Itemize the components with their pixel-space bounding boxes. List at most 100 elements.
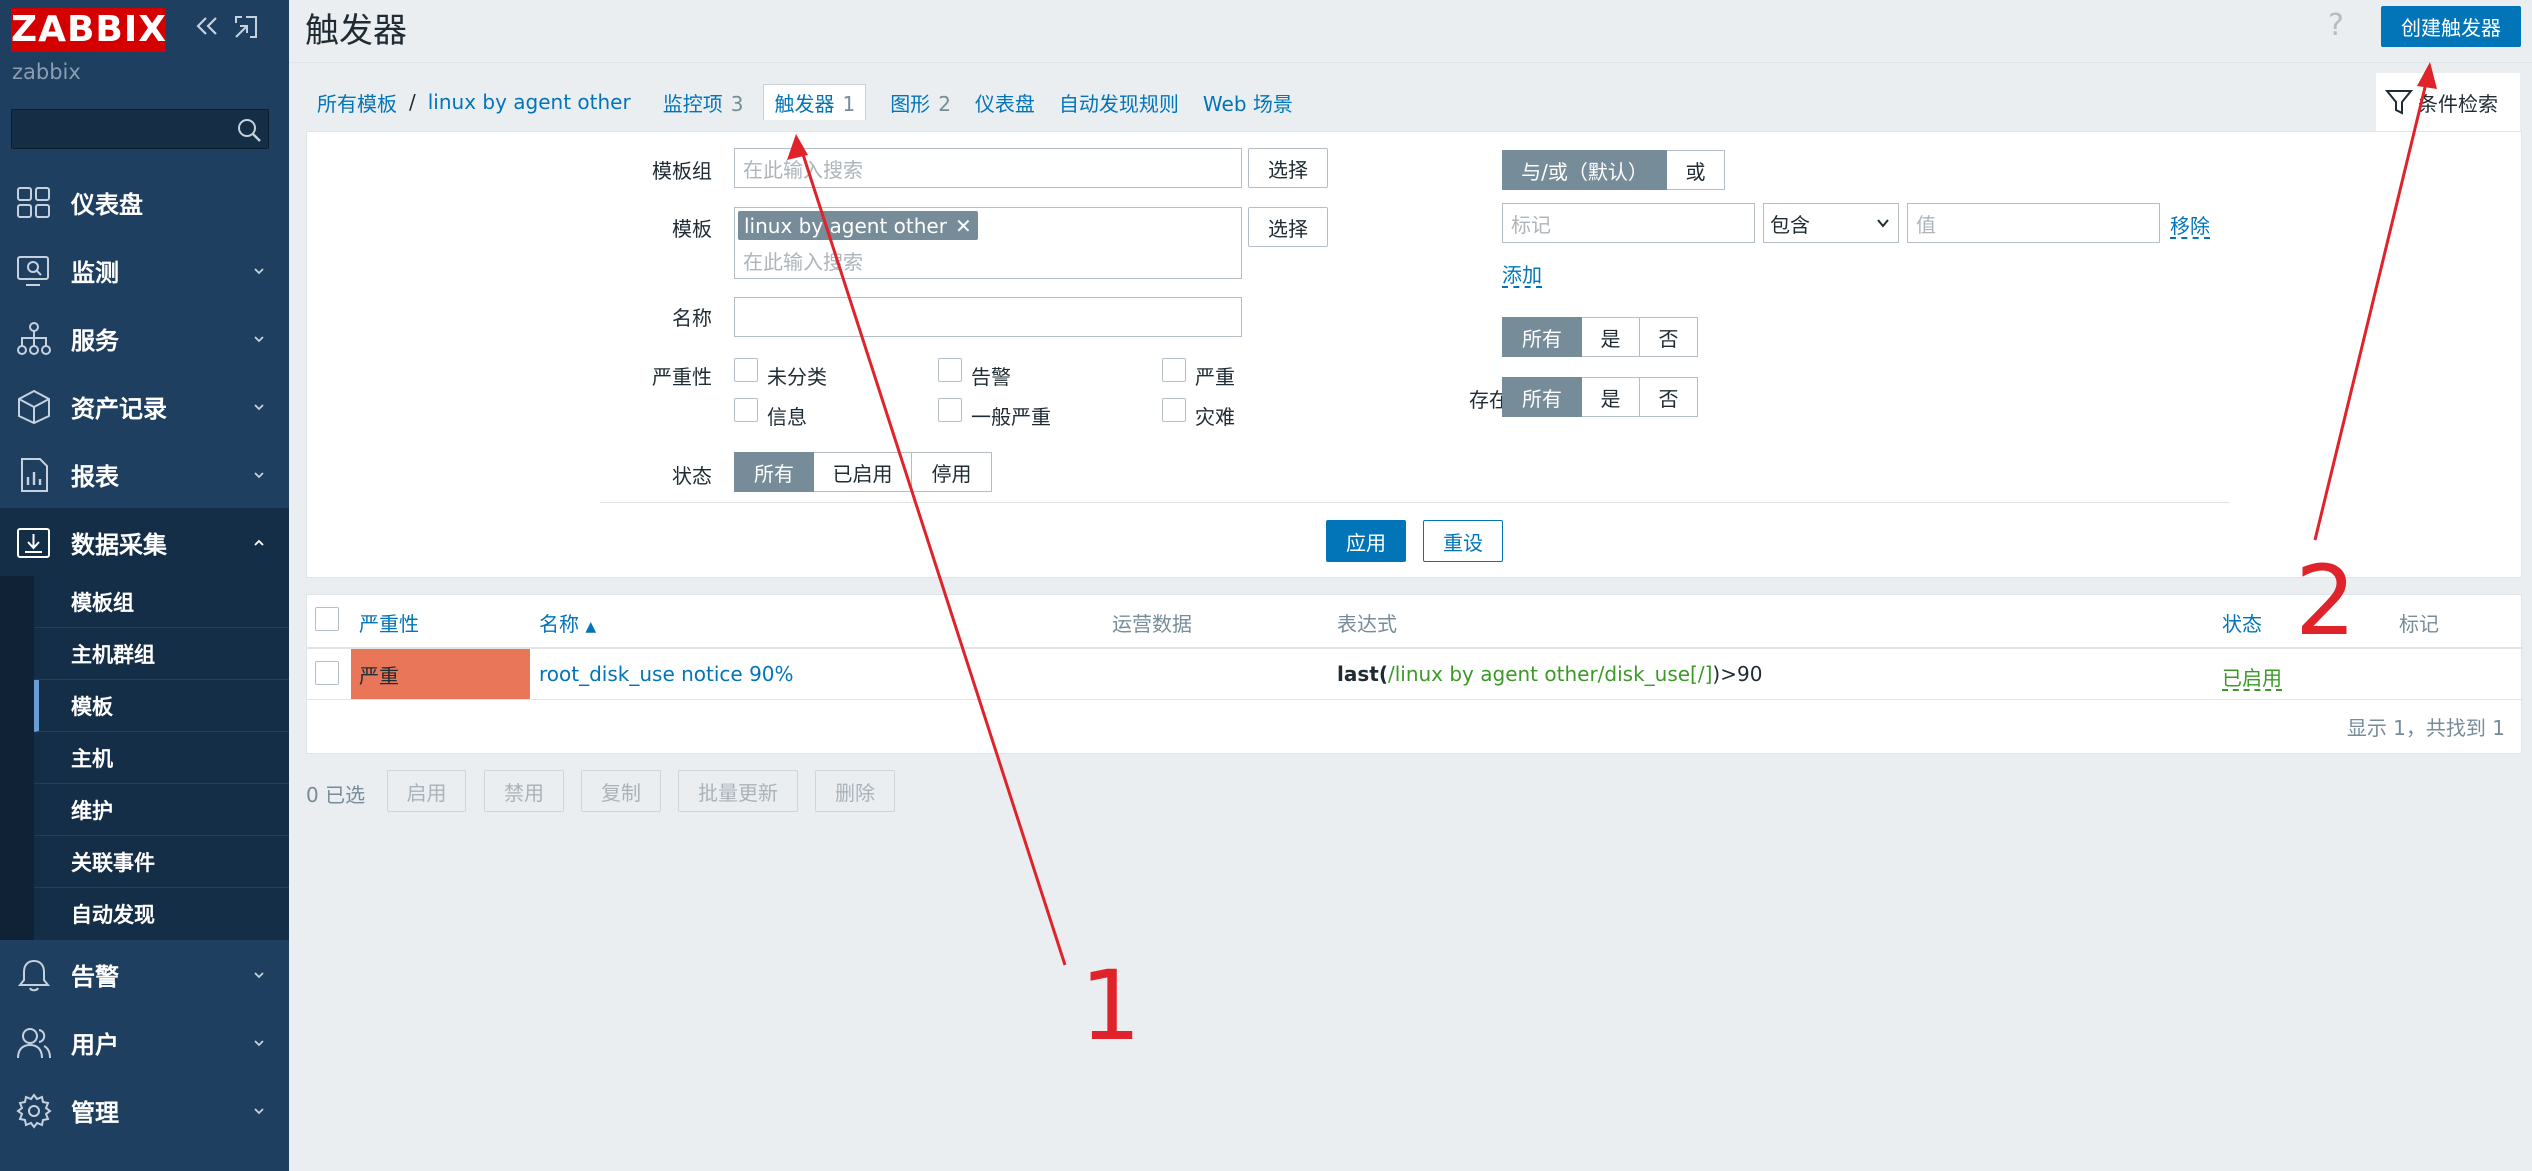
severity-warning-checkbox[interactable]: [938, 358, 962, 382]
enable-button[interactable]: 启用: [387, 770, 466, 812]
chevron-down-icon: [1877, 219, 1889, 228]
menu-label: 告警: [71, 962, 119, 991]
trigger-name-link[interactable]: root_disk_use notice 90%: [539, 662, 794, 686]
tab-triggers[interactable]: 触发器 1: [763, 84, 867, 120]
search-icon[interactable]: [236, 117, 262, 143]
apply-button[interactable]: 应用: [1326, 520, 1406, 562]
breadcrumb-template[interactable]: linux by agent other: [428, 90, 631, 114]
remove-chip-icon[interactable]: ✕: [955, 214, 972, 238]
services-icon: [17, 322, 51, 355]
tags-or-option[interactable]: 或: [1667, 150, 1725, 190]
state-enabled-option[interactable]: 已启用: [814, 452, 912, 492]
menu-item-inventory[interactable]: 资产记录: [0, 372, 289, 440]
template-search-placeholder: 在此输入搜索: [743, 250, 863, 274]
expression-item-link[interactable]: /linux by agent other/disk_use[/]: [1388, 662, 1712, 686]
menu-label: 资产记录: [71, 394, 167, 423]
state-disabled-option[interactable]: 停用: [912, 452, 992, 492]
select-all-checkbox[interactable]: [315, 607, 339, 631]
submenu-item-hosts[interactable]: 主机: [34, 732, 289, 784]
chevron-down-icon: [254, 268, 264, 275]
create-trigger-button[interactable]: 创建触发器: [2381, 6, 2521, 47]
severity-high-checkbox[interactable]: [1162, 358, 1186, 382]
collapse-sidebar-icon[interactable]: [193, 12, 221, 40]
remove-tag-link[interactable]: 移除: [2170, 210, 2210, 239]
submenu-item-discovery[interactable]: 自动发现: [34, 888, 289, 940]
alerts-icon: [17, 959, 51, 992]
users-icon: [17, 1028, 51, 1059]
annotation-number-2: 2: [2295, 545, 2357, 657]
column-header-tags: 标记: [2399, 612, 2439, 636]
kiosk-mode-icon[interactable]: [233, 14, 259, 40]
severity-information-checkbox[interactable]: [734, 398, 758, 422]
dependencies-all-option[interactable]: 所有: [1502, 377, 1582, 417]
reset-button[interactable]: 重设: [1423, 520, 1503, 562]
template-group-input[interactable]: 在此输入搜索: [734, 148, 1242, 188]
filter-panel: 模板组 在此输入搜索 选择 模板 在此输入搜索 linux by agent o…: [306, 131, 2522, 578]
add-tag-link[interactable]: 添加: [1502, 259, 1542, 288]
submenu-item-event-correlation[interactable]: 关联事件: [34, 836, 289, 888]
disable-button[interactable]: 禁用: [484, 770, 564, 812]
tab-discovery-rules[interactable]: 自动发现规则: [1059, 88, 1179, 117]
menu-item-users[interactable]: 用户: [0, 1008, 289, 1076]
severity-option-label: 灾难: [1195, 405, 1235, 429]
zabbix-logo[interactable]: ZABBIX: [11, 8, 166, 52]
tag-name-input[interactable]: 标记: [1502, 203, 1755, 243]
menu-item-data-collection[interactable]: 数据采集: [0, 508, 289, 576]
data-collection-submenu: 模板组 主机群组 模板 主机 维护 关联事件 自动发现: [0, 576, 289, 940]
tab-web-scenarios[interactable]: Web 场景: [1203, 88, 1293, 117]
tab-graphs[interactable]: 图形 2: [890, 88, 951, 117]
status-toggle[interactable]: 已启用: [2222, 662, 2282, 691]
tab-dashboards[interactable]: 仪表盘: [975, 88, 1035, 117]
dependencies-yes-option[interactable]: 是: [1582, 377, 1640, 417]
annotation-number-1: 1: [1080, 950, 1142, 1062]
menu-label: 报表: [71, 462, 119, 491]
reports-icon: [21, 458, 48, 492]
column-header-status[interactable]: 状态: [2222, 608, 2262, 637]
sidebar-search-input[interactable]: [11, 109, 269, 149]
chevron-down-icon: [254, 336, 264, 343]
menu-item-dashboards[interactable]: 仪表盘: [0, 168, 289, 236]
chevron-down-icon: [254, 472, 264, 479]
main-menu: 仪表盘 监测 服务 资产记录 报表 数据采集 模板组 主机群组 模板 主机 维护…: [0, 168, 289, 1144]
column-header-name[interactable]: 名称 ▲: [539, 608, 596, 637]
column-header-expression: 表达式: [1337, 612, 1397, 636]
header-divider: [289, 62, 2532, 63]
inherited-all-option[interactable]: 所有: [1502, 317, 1582, 357]
column-header-severity[interactable]: 严重性: [359, 608, 419, 637]
filter-tab[interactable]: 条件检索: [2376, 73, 2520, 131]
row-checkbox[interactable]: [315, 661, 339, 685]
state-all-option[interactable]: 所有: [734, 452, 814, 492]
severity-not-classified-checkbox[interactable]: [734, 358, 758, 382]
menu-item-monitoring[interactable]: 监测: [0, 236, 289, 304]
name-input[interactable]: [734, 297, 1242, 337]
tab-items[interactable]: 监控项 3: [663, 88, 744, 117]
menu-item-reports[interactable]: 报表: [0, 440, 289, 508]
severity-disaster-checkbox[interactable]: [1162, 398, 1186, 422]
breadcrumb-all-templates[interactable]: 所有模板: [317, 88, 397, 117]
template-select-button[interactable]: 选择: [1248, 207, 1328, 247]
submenu-item-template-groups[interactable]: 模板组: [34, 576, 289, 628]
menu-item-alerts[interactable]: 告警: [0, 940, 289, 1008]
tags-and-or-option[interactable]: 与/或（默认）: [1502, 150, 1667, 190]
paging-info: 显示 1，共找到 1: [2346, 716, 2505, 740]
inherited-yes-option[interactable]: 是: [1582, 317, 1640, 357]
delete-button[interactable]: 删除: [815, 770, 895, 812]
severity-average-checkbox[interactable]: [938, 398, 962, 422]
submenu-item-templates[interactable]: 模板: [34, 680, 289, 732]
inventory-icon: [18, 389, 50, 425]
tag-value-input[interactable]: 值: [1907, 203, 2160, 243]
menu-item-administration[interactable]: 管理: [0, 1076, 289, 1144]
tag-operator-select[interactable]: 包含: [1763, 203, 1899, 243]
tags-logic-control: 与/或（默认） 或: [1502, 150, 1725, 190]
mass-update-button[interactable]: 批量更新: [678, 770, 798, 812]
inherited-no-option[interactable]: 否: [1640, 317, 1698, 357]
copy-button[interactable]: 复制: [581, 770, 661, 812]
template-group-select-button[interactable]: 选择: [1248, 148, 1328, 188]
dependencies-no-option[interactable]: 否: [1640, 377, 1698, 417]
submenu-item-maintenance[interactable]: 维护: [34, 784, 289, 836]
help-icon[interactable]: ?: [2328, 8, 2344, 43]
gear-icon: [16, 1093, 52, 1129]
menu-item-services[interactable]: 服务: [0, 304, 289, 372]
menu-label: 管理: [71, 1098, 119, 1127]
submenu-item-host-groups[interactable]: 主机群组: [34, 628, 289, 680]
